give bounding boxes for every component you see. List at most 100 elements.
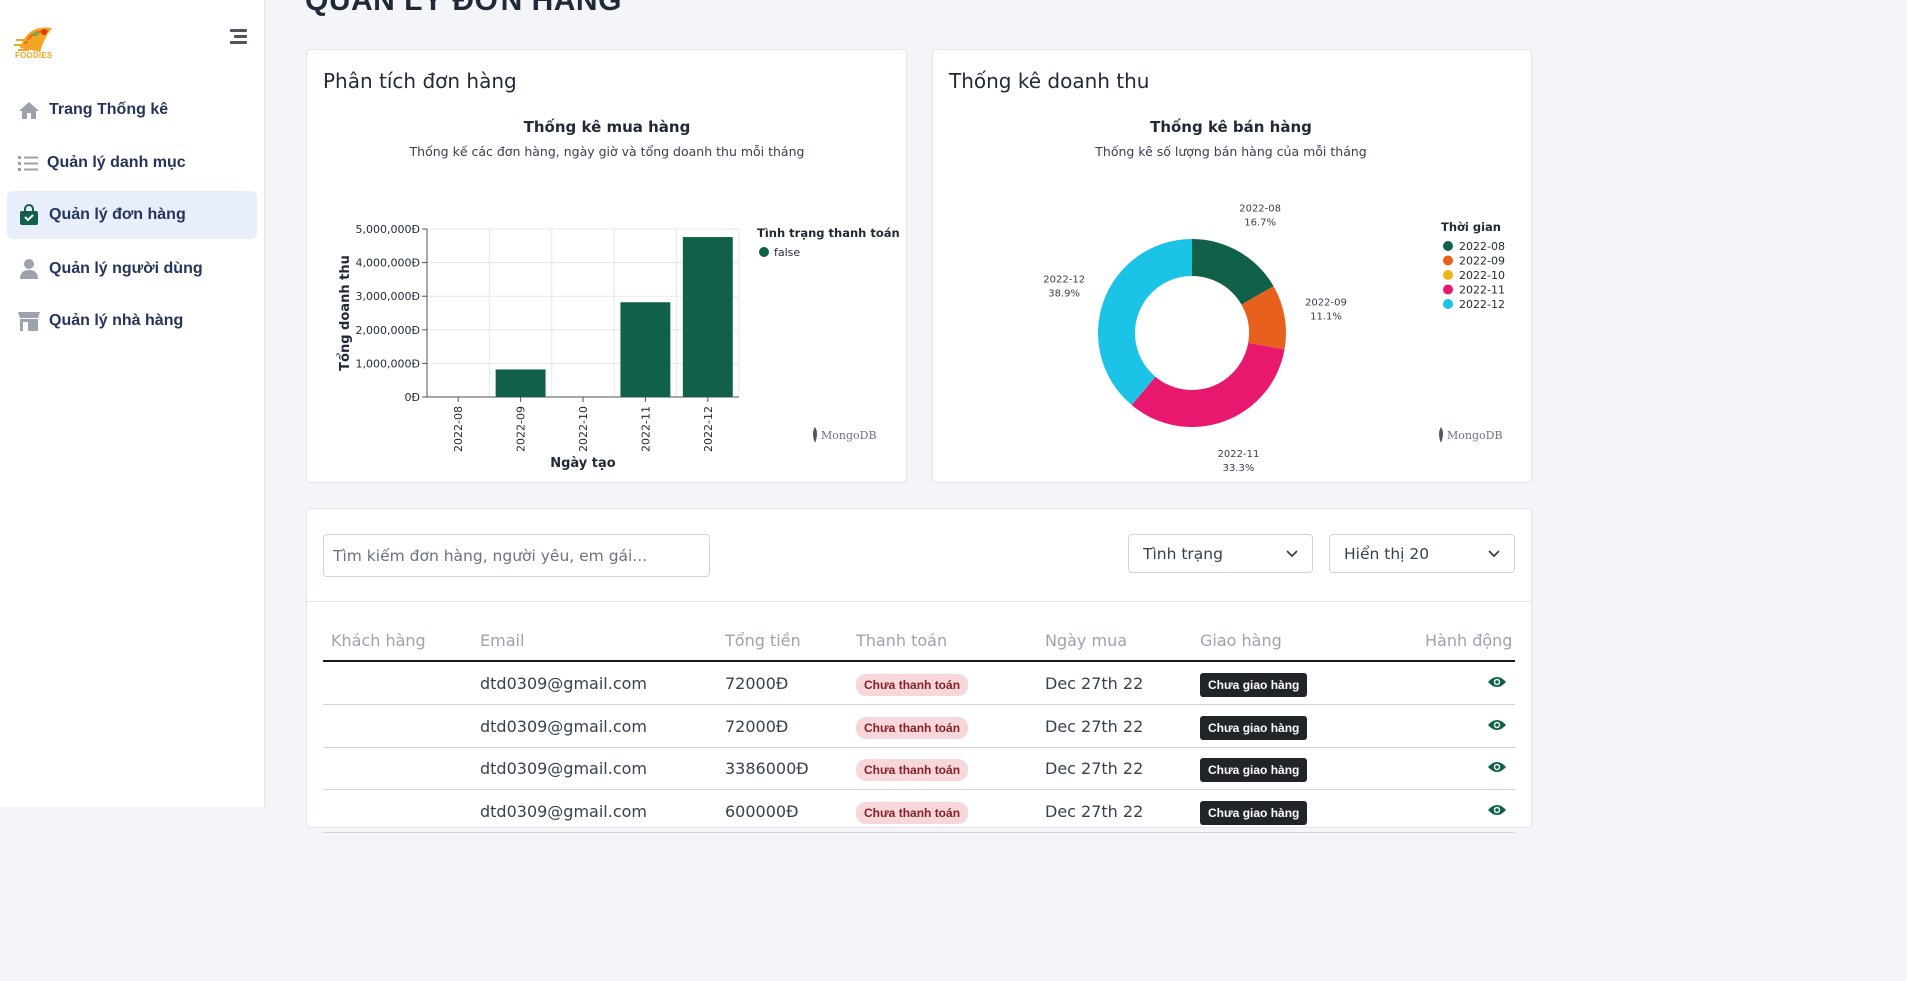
slice-percent-label: 16.7% — [1244, 217, 1276, 228]
column-header[interactable]: Giao hàng — [1200, 631, 1282, 650]
y-tick-label: 3,000,000Đ — [355, 290, 420, 303]
list-icon — [16, 151, 40, 175]
donut-slice — [1131, 342, 1285, 427]
shopping-bag-icon — [17, 203, 41, 227]
view-eye-icon[interactable] — [1487, 718, 1507, 732]
column-header[interactable]: Ngày mua — [1045, 631, 1127, 650]
x-axis-title: Ngày tạo — [550, 456, 616, 471]
legend-title: Tình trạng thanh toán — [757, 226, 900, 240]
x-tick-label: 2022-12 — [702, 406, 715, 452]
chart-subtitle: Thống kê số lượng bán hàng của mỗi tháng — [1095, 144, 1367, 159]
x-tick-label: 2022-08 — [452, 406, 465, 452]
y-tick-label: 5,000,000Đ — [355, 223, 420, 236]
chevron-down-icon — [1488, 549, 1500, 557]
legend-swatch — [1443, 241, 1453, 251]
email-cell: dtd0309@gmail.com — [480, 674, 647, 693]
donut-slice — [1098, 239, 1192, 406]
chart-title: Thống kê mua hàng — [523, 118, 691, 136]
email-cell: dtd0309@gmail.com — [480, 716, 647, 736]
revenue-stats-card: Thống kê doanh thu Thống kê bán hàng Thố… — [932, 49, 1532, 483]
sidebar-item-orders[interactable]: Quản lý đơn hàng — [7, 191, 257, 239]
slice-category-label: 2022-09 — [1305, 298, 1347, 309]
table-row[interactable]: dtd0309@gmail.com 72000Đ Chưa thanh toán… — [323, 705, 1515, 748]
column-header[interactable]: Hành động — [1425, 631, 1512, 650]
mongodb-leaf-icon — [813, 427, 817, 443]
legend-swatch — [1443, 299, 1453, 309]
legend-swatch — [1443, 255, 1453, 266]
payment-status-badge: Chưa thanh toán — [856, 674, 969, 696]
view-eye-icon[interactable] — [1487, 675, 1507, 689]
sidebar-item-label: Quản lý người dùng — [49, 260, 203, 277]
column-header[interactable]: Tổng tiền — [725, 631, 801, 650]
shipping-status-badge: Chưa giao hàng — [1200, 800, 1308, 825]
store-icon — [17, 309, 41, 333]
sidebar-item-label: Trang Thống kê — [49, 101, 169, 118]
page-size-select[interactable]: Hiển thị 20 — [1329, 534, 1515, 573]
slice-percent-label: 11.1% — [1310, 312, 1342, 323]
mongodb-watermark: MongoDB — [1437, 427, 1503, 443]
sidebar: FOODIES Trang Thống kê Quản lý danh mục … — [0, 0, 265, 807]
table-row[interactable]: dtd0309@gmail.com 3386000Đ Chưa thanh to… — [323, 747, 1515, 790]
logo-text: FOODIES — [15, 51, 53, 60]
watermark-text: MongoDB — [1447, 428, 1503, 442]
date-cell: Dec 27th 22 — [1045, 801, 1144, 821]
menu-toggle-icon[interactable] — [230, 29, 247, 45]
legend-item: false — [774, 246, 800, 259]
chevron-down-icon — [1286, 549, 1298, 557]
column-header[interactable]: Khách hàng — [331, 631, 426, 650]
view-eye-icon[interactable] — [1487, 803, 1507, 817]
legend-item: 2022-12 — [1459, 298, 1505, 311]
mongodb-leaf-icon — [1439, 427, 1443, 443]
shipping-status-badge: Chưa giao hàng — [1200, 715, 1308, 740]
order-analysis-card: Phân tích đơn hàng Thống kê mua hàng Thố… — [306, 49, 907, 483]
table-row[interactable]: dtd0309@gmail.com 72000Đ Chưa thanh toán… — [323, 662, 1515, 705]
sidebar-item-restaurants[interactable]: Quản lý nhà hàng — [7, 297, 257, 345]
sidebar-item-label: Quản lý đơn hàng — [49, 206, 186, 223]
home-icon — [17, 98, 41, 122]
shipping-status-badge: Chưa giao hàng — [1200, 673, 1308, 697]
card-title: Thống kê doanh thu — [949, 69, 1150, 93]
legend-title: Thời gian — [1441, 220, 1501, 234]
y-tick-label: 4,000,000Đ — [355, 257, 420, 270]
chart-title: Thống kê bán hàng — [1150, 118, 1312, 136]
sidebar-item-users[interactable]: Quản lý người dùng — [7, 245, 257, 293]
y-tick-label: 1,000,000Đ — [355, 357, 420, 370]
legend-item: 2022-09 — [1459, 255, 1505, 268]
x-tick-label: 2022-09 — [515, 406, 528, 452]
x-tick-label: 2022-11 — [639, 406, 652, 452]
divider — [307, 601, 1531, 602]
x-tick-label: 2022-10 — [577, 406, 590, 452]
total-cell: 72000Đ — [725, 674, 789, 693]
payment-status-badge: Chưa thanh toán — [856, 716, 969, 739]
y-tick-label: 2,000,000Đ — [355, 324, 420, 337]
status-select[interactable]: Tình trạng — [1128, 534, 1313, 573]
payment-status-badge: Chưa thanh toán — [856, 801, 969, 824]
bar — [682, 237, 733, 397]
email-cell: dtd0309@gmail.com — [480, 759, 647, 778]
sidebar-item-dashboard[interactable]: Trang Thống kê — [7, 86, 257, 134]
page-size-select-label: Hiển thị 20 — [1344, 544, 1430, 563]
date-cell: Dec 27th 22 — [1045, 759, 1144, 778]
column-header[interactable]: Thanh toán — [856, 631, 947, 650]
email-cell: dtd0309@gmail.com — [480, 801, 647, 821]
slice-category-label: 2022-12 — [1043, 275, 1085, 286]
column-header[interactable]: Email — [480, 631, 524, 650]
total-cell: 600000Đ — [725, 801, 799, 821]
total-cell: 3386000Đ — [725, 759, 809, 778]
sidebar-item-label: Quản lý danh mục — [47, 154, 186, 171]
legend-swatch — [1443, 270, 1453, 280]
date-cell: Dec 27th 22 — [1045, 716, 1144, 736]
legend-swatch — [1443, 284, 1453, 295]
table-row[interactable]: dtd0309@gmail.com 600000Đ Chưa thanh toá… — [323, 790, 1515, 833]
view-eye-icon[interactable] — [1487, 760, 1507, 774]
status-select-label: Tình trạng — [1143, 544, 1223, 563]
slice-category-label: 2022-11 — [1218, 449, 1260, 460]
sidebar-item-categories[interactable]: Quản lý danh mục — [7, 139, 257, 187]
orders-card: Tình trạng Hiển thị 20 Khách hàng Email … — [306, 508, 1532, 833]
user-icon — [17, 257, 41, 281]
watermark-text: MongoDB — [821, 428, 877, 442]
slice-percent-label: 33.3% — [1223, 463, 1255, 474]
search-input[interactable] — [323, 534, 710, 577]
sidebar-item-label: Quản lý nhà hàng — [49, 312, 184, 329]
y-tick-label: 0Đ — [404, 391, 420, 404]
